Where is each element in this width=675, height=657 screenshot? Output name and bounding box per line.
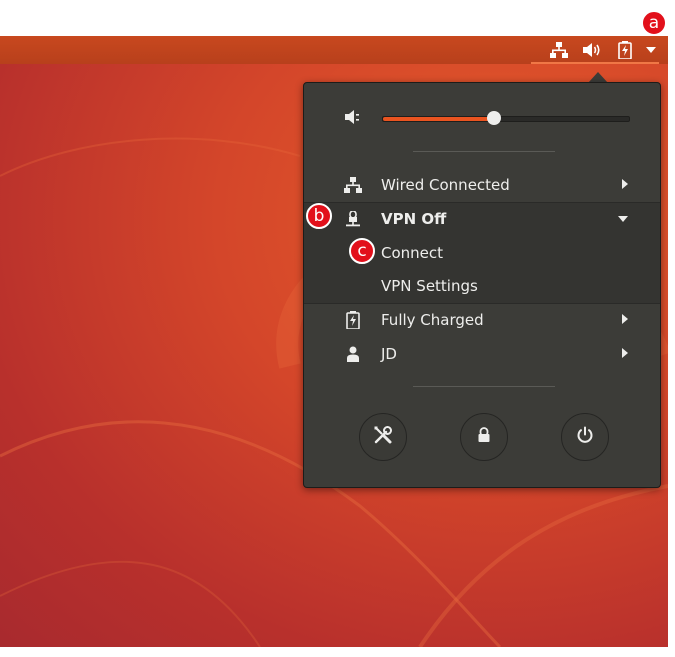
network-wired-icon <box>344 176 362 194</box>
menu-item-label: VPN Off <box>381 210 447 228</box>
menu-item-vpn[interactable]: VPN Off <box>304 202 660 236</box>
menu-item-label: VPN Settings <box>381 277 478 295</box>
power-button[interactable] <box>561 413 609 461</box>
vpn-lock-icon <box>344 210 362 228</box>
separator <box>413 151 555 152</box>
chevron-down-icon <box>618 216 628 222</box>
chevron-right-icon <box>622 179 628 189</box>
settings-tools-icon <box>373 425 393 449</box>
annotation-badge-c: c <box>349 238 375 264</box>
speaker-volume-icon[interactable] <box>344 108 362 126</box>
menu-item-label: Connect <box>381 244 444 262</box>
battery-charging-icon[interactable] <box>616 36 634 64</box>
system-menu: Wired Connected VPN Off Connect VPN Sett… <box>303 82 661 488</box>
chevron-right-icon <box>622 314 628 324</box>
chevron-right-icon <box>622 348 628 358</box>
network-wired-icon[interactable] <box>549 36 569 64</box>
menu-item-user[interactable]: JD <box>304 337 660 371</box>
lock-button[interactable] <box>460 413 508 461</box>
menu-item-battery[interactable]: Fully Charged <box>304 303 660 337</box>
active-indicator <box>531 62 659 64</box>
chevron-down-icon[interactable] <box>643 36 659 64</box>
volume-slider-fill <box>383 117 494 121</box>
menu-item-wired[interactable]: Wired Connected <box>304 168 660 202</box>
lock-icon <box>477 427 491 447</box>
menu-item-label: JD <box>381 345 397 363</box>
annotation-badge-b: b <box>306 203 332 229</box>
menu-item-vpn-settings[interactable]: VPN Settings <box>304 269 660 303</box>
menu-item-label: Fully Charged <box>381 311 484 329</box>
annotation-badge-a: a <box>641 10 667 36</box>
separator <box>413 386 555 387</box>
volume-slider[interactable] <box>382 111 630 125</box>
power-icon <box>576 426 594 448</box>
volume-row <box>304 100 660 134</box>
volume-slider-knob[interactable] <box>486 111 501 125</box>
battery-charging-icon <box>344 311 362 329</box>
settings-button[interactable] <box>359 413 407 461</box>
user-icon <box>344 345 362 363</box>
speaker-volume-icon[interactable] <box>581 36 603 64</box>
menu-item-label: Wired Connected <box>381 176 510 194</box>
